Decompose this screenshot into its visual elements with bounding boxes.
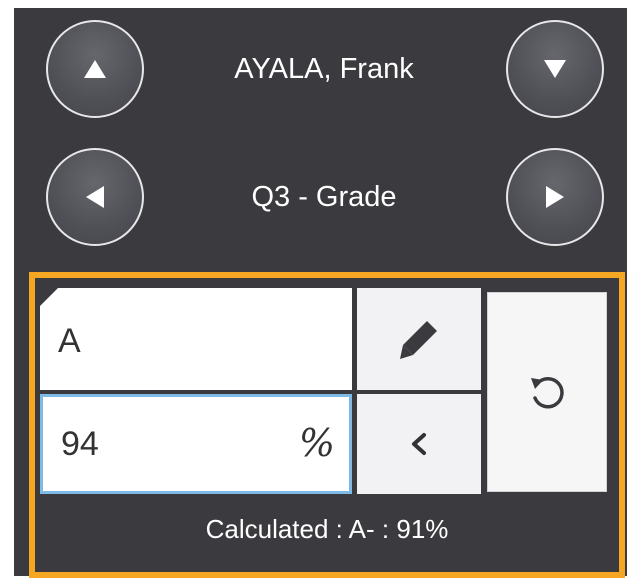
triangle-left-icon (86, 186, 104, 208)
triangle-up-icon (84, 60, 106, 78)
column-navigation: Q3 - Grade (14, 148, 627, 258)
chevron-left-icon (412, 433, 426, 455)
calculated-grade: Calculated : A- : 91% (205, 514, 449, 544)
triangle-down-icon (544, 60, 566, 78)
student-navigation: AYALA, Frank (14, 20, 627, 130)
previous-column-button[interactable] (46, 148, 144, 246)
percent-field[interactable]: 94 % (40, 394, 352, 494)
previous-student-button[interactable] (46, 20, 144, 118)
grade-editor: A 94 % Calculated : A- : 91% (29, 272, 625, 578)
next-student-button[interactable] (506, 20, 604, 118)
column-name: Q3 - Grade (251, 180, 397, 213)
pencil-icon (400, 321, 437, 359)
revert-button[interactable] (487, 292, 607, 492)
grade-entry-panel: AYALA, Frank Q3 - Grade A 94 % Calculate… (14, 8, 627, 578)
next-column-button[interactable] (506, 148, 604, 246)
student-name: AYALA, Frank (234, 52, 414, 85)
letter-grade-field[interactable]: A (40, 288, 352, 390)
triangle-right-icon (546, 186, 564, 208)
percent-symbol: % (298, 421, 335, 465)
backspace-button[interactable] (357, 394, 481, 494)
comment-indicator (40, 288, 58, 306)
letter-grade-value: A (58, 322, 81, 360)
percent-value: 94 (61, 425, 99, 463)
edit-button[interactable] (357, 288, 481, 390)
undo-icon (531, 376, 564, 409)
